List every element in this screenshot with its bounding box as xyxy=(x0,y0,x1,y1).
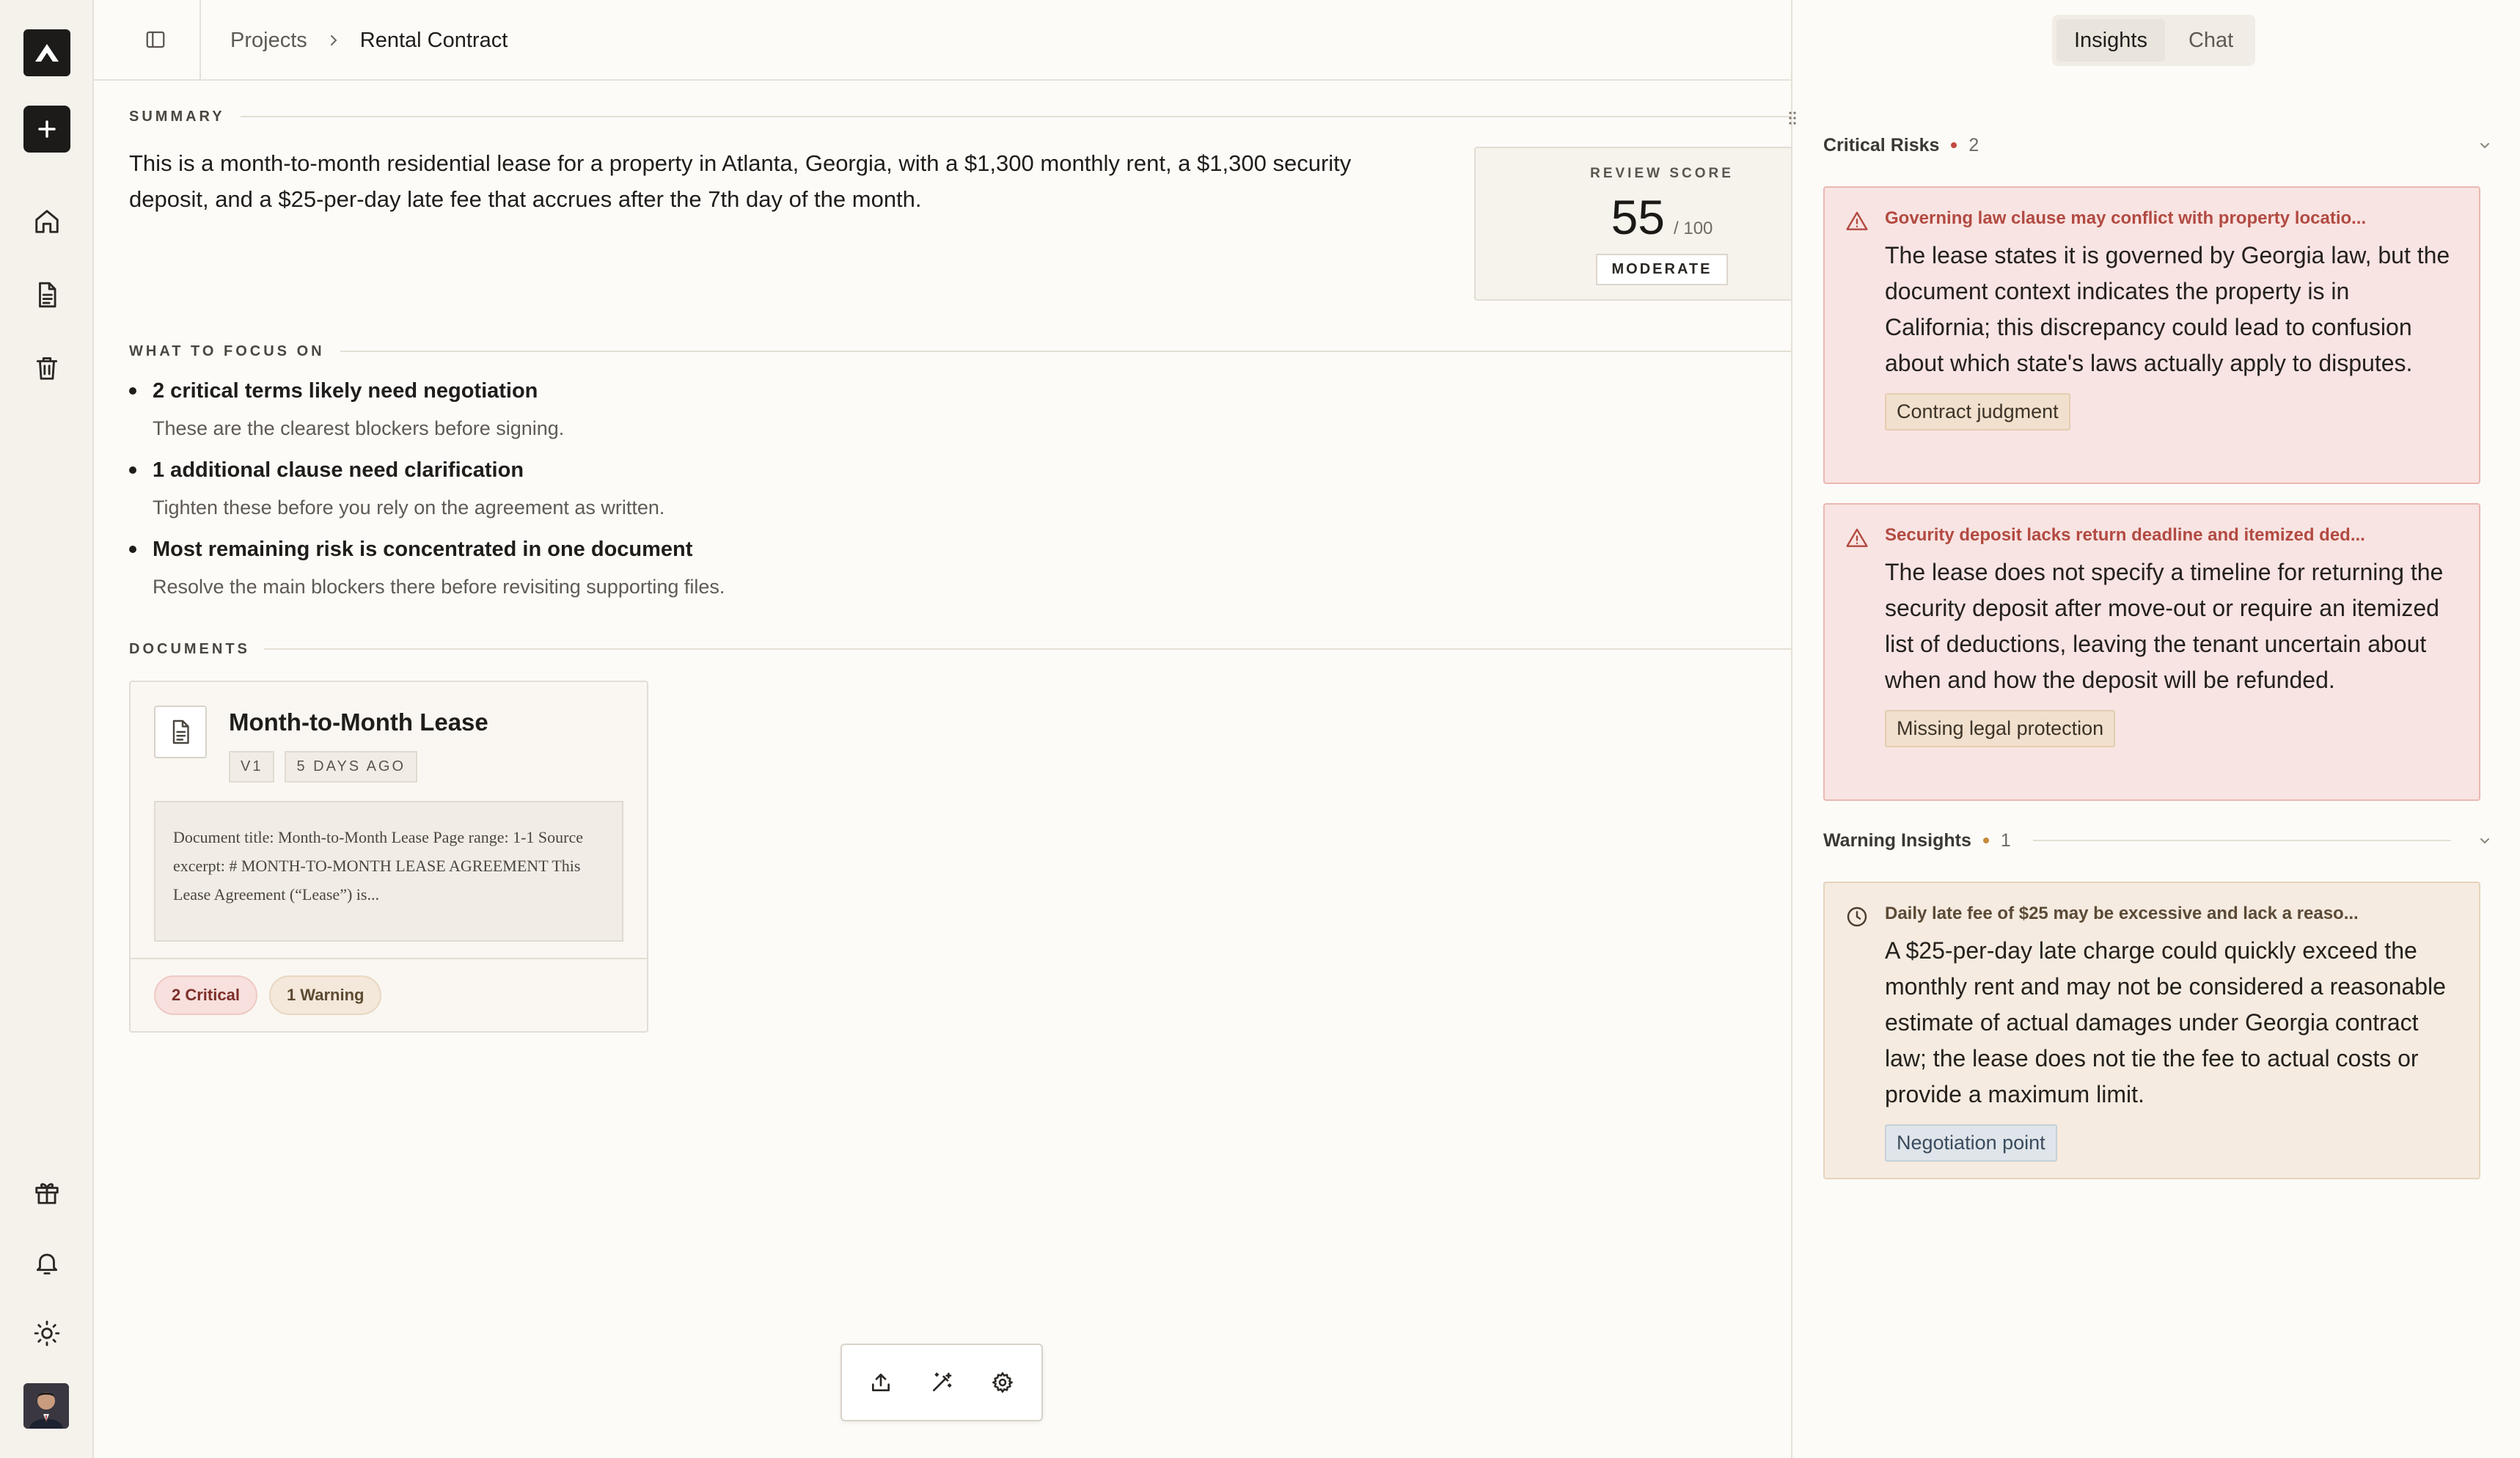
critical-dot xyxy=(1951,142,1957,148)
focus-section-label: WHAT TO FOCUS ON xyxy=(129,343,325,359)
insights-panel: Insights Chat Critical Risks 2 Governing… xyxy=(1789,0,2520,1458)
document-age-tag: 5 DAYS AGO xyxy=(285,751,418,783)
avatar[interactable] xyxy=(23,1383,69,1429)
trash-button[interactable] xyxy=(23,345,70,392)
insight-title: Daily late fee of $25 may be excessive a… xyxy=(1885,904,2359,923)
gift-icon xyxy=(33,1179,61,1206)
upload-button[interactable] xyxy=(859,1360,903,1404)
review-score-badge: MODERATE xyxy=(1595,254,1729,285)
insight-tag: Negotiation point xyxy=(1885,1124,2057,1162)
insight-body: A $25-per-day late charge could quickly … xyxy=(1885,937,2446,1107)
warning-insights-header[interactable]: Warning Insights 1 xyxy=(1823,826,2492,855)
logo-icon[interactable] xyxy=(23,29,70,76)
critical-risks-count: 2 xyxy=(1968,134,1979,155)
panel-tabs: Insights Chat xyxy=(2052,15,2256,66)
focus-item: 2 critical terms likely need negotiation… xyxy=(129,376,1596,455)
floating-toolbar xyxy=(840,1344,1043,1421)
sidebar-toggle-button[interactable] xyxy=(133,18,177,62)
review-score-value: 55 xyxy=(1611,190,1666,244)
gear-icon xyxy=(991,1371,1014,1394)
warning-insights-count: 1 xyxy=(2000,829,2011,851)
document-icon xyxy=(33,281,61,309)
insight-body: The lease does not specify a timeline fo… xyxy=(1885,559,2444,693)
summary-section-label: SUMMARY xyxy=(129,109,225,125)
insight-card-critical[interactable]: Governing law clause may conflict with p… xyxy=(1823,186,2480,484)
trash-icon xyxy=(33,354,61,382)
focus-divider xyxy=(340,351,1850,352)
documents-section-label: DOCUMENTS xyxy=(129,641,250,657)
notifications-button[interactable] xyxy=(23,1239,70,1286)
upload-icon xyxy=(869,1371,893,1394)
main-content: SUMMARY This is a month-to-month residen… xyxy=(94,82,1850,1458)
warning-insights-title: Warning Insights xyxy=(1823,829,1971,851)
insight-card-warning[interactable]: Daily late fee of $25 may be excessive a… xyxy=(1823,882,2480,1179)
warning-dot xyxy=(1982,838,1989,843)
warning-triangle-icon xyxy=(1845,210,1869,233)
left-rail xyxy=(0,0,94,1458)
magic-wand-icon xyxy=(930,1371,953,1394)
focus-item: 1 additional clause need clarification T… xyxy=(129,455,1596,534)
breadcrumb-current: Rental Contract xyxy=(359,28,508,52)
tab-chat[interactable]: Chat xyxy=(2171,19,2251,62)
top-bar: Projects Rental Contract xyxy=(94,0,1791,81)
theme-toggle-button[interactable] xyxy=(23,1310,70,1357)
insight-title: Governing law clause may conflict with p… xyxy=(1885,208,2367,228)
critical-risks-header[interactable]: Critical Risks 2 xyxy=(1823,131,2492,160)
clock-icon xyxy=(1845,905,1869,928)
insight-card-critical[interactable]: Security deposit lacks return deadline a… xyxy=(1823,503,2480,801)
chevron-right-icon xyxy=(326,33,341,48)
tab-insights[interactable]: Insights xyxy=(2056,19,2165,62)
insight-tag: Missing legal protection xyxy=(1885,710,2116,747)
plus-icon xyxy=(35,117,59,141)
document-excerpt: Document title: Month-to-Month Lease Pag… xyxy=(154,801,623,942)
sun-icon xyxy=(33,1319,61,1347)
magic-wand-button[interactable] xyxy=(920,1360,964,1404)
topbar-divider xyxy=(199,0,201,81)
bell-icon xyxy=(33,1249,61,1277)
chevron-down-icon xyxy=(2477,833,2492,848)
breadcrumb-projects-link[interactable]: Projects xyxy=(230,29,307,53)
summary-text: This is a month-to-month residential lea… xyxy=(129,150,1352,212)
warning-count-pill[interactable]: 1 Warning xyxy=(268,975,382,1015)
resize-handle[interactable] xyxy=(1785,107,1800,129)
critical-risks-title: Critical Risks xyxy=(1823,134,1940,155)
insight-tag: Contract judgment xyxy=(1885,393,2070,431)
insight-title: Security deposit lacks return deadline a… xyxy=(1885,525,2365,545)
focus-item: Most remaining risk is concentrated in o… xyxy=(129,534,1596,613)
focus-item-title: Most remaining risk is concentrated in o… xyxy=(153,538,693,561)
home-icon xyxy=(33,208,61,235)
new-project-button[interactable] xyxy=(23,106,70,153)
critical-count-pill[interactable]: 2 Critical xyxy=(154,975,257,1015)
focus-item-title: 2 critical terms likely need negotiation xyxy=(153,379,538,403)
document-file-icon xyxy=(154,706,207,758)
documents-divider xyxy=(264,648,1850,650)
chevron-down-icon xyxy=(2477,138,2492,153)
gift-button[interactable] xyxy=(23,1169,70,1216)
warning-triangle-icon xyxy=(1845,527,1869,550)
focus-item-subtitle: Resolve the main blockers there before r… xyxy=(153,576,725,598)
sidebar-panel-icon xyxy=(144,29,166,51)
document-card[interactable]: Month-to-Month Lease V1 5 DAYS AGO Docum… xyxy=(129,681,648,1033)
focus-list: 2 critical terms likely need negotiation… xyxy=(129,376,1596,613)
review-score-max: / 100 xyxy=(1674,219,1713,238)
document-card-footer: 2 Critical 1 Warning xyxy=(131,958,647,1031)
focus-item-subtitle: Tighten these before you rely on the agr… xyxy=(153,497,665,519)
focus-item-subtitle: These are the clearest blockers before s… xyxy=(153,417,565,439)
document-version-tag: V1 xyxy=(229,751,275,783)
insight-body: The lease states it is governed by Georg… xyxy=(1885,242,2450,376)
documents-button[interactable] xyxy=(23,271,70,318)
document-title: Month-to-Month Lease xyxy=(229,708,488,736)
settings-button[interactable] xyxy=(981,1360,1025,1404)
summary-divider xyxy=(241,116,1850,117)
focus-item-title: 1 additional clause need clarification xyxy=(153,458,524,482)
breadcrumb: Projects Rental Contract xyxy=(230,0,508,81)
home-button[interactable] xyxy=(23,198,70,245)
warning-group-divider xyxy=(2032,840,2451,841)
